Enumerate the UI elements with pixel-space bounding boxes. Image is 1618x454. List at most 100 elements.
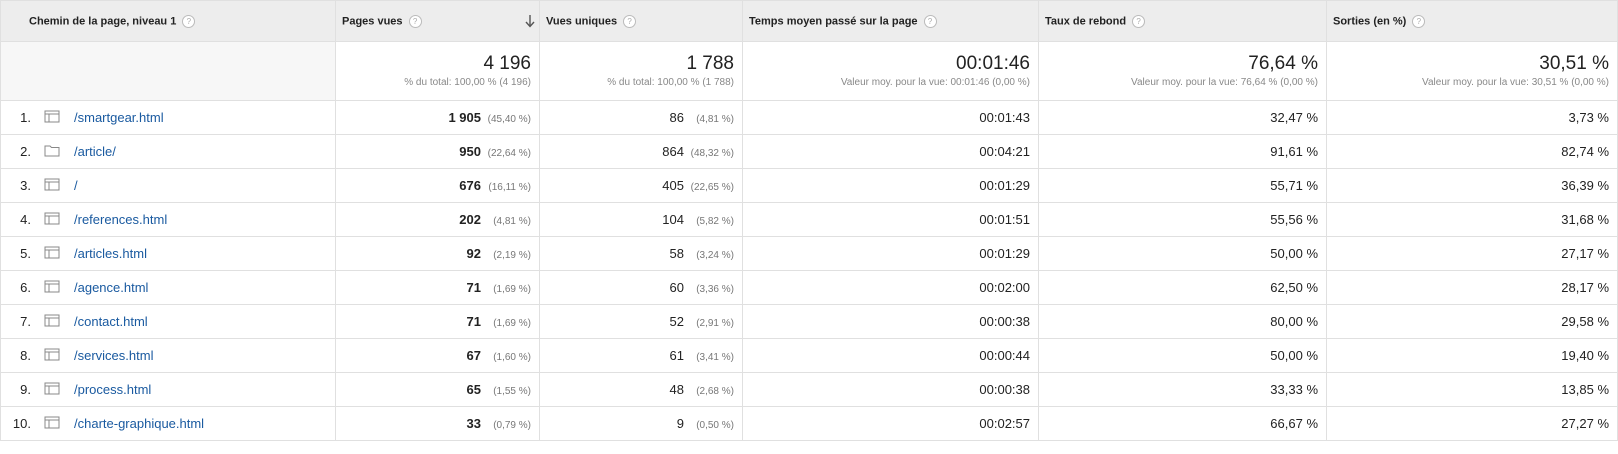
pageviews-value: 202 — [459, 212, 481, 227]
help-icon[interactable]: ? — [623, 14, 637, 28]
unique-views-cell: 864 (48,32 %) — [539, 134, 743, 169]
exits-cell: 3,73 % — [1326, 100, 1618, 135]
pageviews-value: 33 — [466, 416, 481, 431]
col-header-avg-time[interactable]: Temps moyen passé sur la page? — [742, 0, 1039, 42]
avg-time-value: 00:01:51 — [979, 212, 1030, 227]
total-value: 4 196 — [483, 53, 531, 74]
page-icon — [44, 348, 60, 361]
page-icon — [44, 212, 60, 225]
page-path-link[interactable]: /references.html — [74, 204, 167, 236]
bounce-rate-cell: 32,47 % — [1038, 100, 1327, 135]
pageviews-cell: 92 (2,19 %) — [335, 236, 540, 271]
col-header-pageviews[interactable]: Pages vues? — [335, 0, 540, 42]
exits-cell: 19,40 % — [1326, 338, 1618, 373]
total-unique-views: 1 788 % du total: 100,00 % (1 788) — [539, 41, 743, 101]
help-icon[interactable]: ? — [1132, 14, 1146, 28]
page-path-link[interactable]: / — [74, 170, 78, 202]
total-pageviews: 4 196 % du total: 100,00 % (4 196) — [335, 41, 540, 101]
avg-time-cell: 00:00:38 — [742, 372, 1039, 407]
page-path-link[interactable]: /contact.html — [74, 306, 148, 338]
page-path-link[interactable]: /charte-graphique.html — [74, 408, 204, 440]
avg-time-cell: 00:01:43 — [742, 100, 1039, 135]
page-icon — [44, 110, 60, 123]
col-header-label: Pages vues — [342, 14, 403, 27]
page-icon — [44, 416, 60, 429]
unique-views-percent: (3,36 %) — [696, 284, 734, 295]
page-path-link[interactable]: /article/ — [74, 136, 116, 168]
col-header-label: Temps moyen passé sur la page — [749, 14, 918, 27]
page-path-cell: 7. /contact.html — [0, 304, 336, 339]
pageviews-value: 65 — [466, 382, 481, 397]
col-header-unique-views[interactable]: Vues uniques? — [539, 0, 743, 42]
bounce-rate-cell: 55,56 % — [1038, 202, 1327, 237]
col-header-page-path[interactable]: Chemin de la page, niveau 1? — [0, 0, 336, 42]
unique-views-cell: 61 (3,41 %) — [539, 338, 743, 373]
unique-views-cell: 405 (22,65 %) — [539, 168, 743, 203]
report-table: Chemin de la page, niveau 1? Pages vues?… — [0, 0, 1618, 441]
unique-views-value: 52 — [669, 314, 684, 329]
page-path-link[interactable]: /smartgear.html — [74, 102, 164, 134]
avg-time-value: 00:01:43 — [979, 110, 1030, 125]
unique-views-percent: (0,50 %) — [696, 420, 734, 431]
bounce-rate-value: 55,56 % — [1270, 212, 1318, 227]
unique-views-cell: 58 (3,24 %) — [539, 236, 743, 271]
exits-cell: 36,39 % — [1326, 168, 1618, 203]
bounce-rate-value: 80,00 % — [1270, 314, 1318, 329]
exits-value: 29,58 % — [1561, 314, 1609, 329]
help-icon[interactable]: ? — [408, 14, 422, 28]
exits-cell: 27,17 % — [1326, 236, 1618, 271]
page-path-link[interactable]: /agence.html — [74, 272, 148, 304]
pageviews-value: 67 — [466, 348, 481, 363]
exits-cell: 27,27 % — [1326, 406, 1618, 441]
avg-time-cell: 00:02:57 — [742, 406, 1039, 441]
avg-time-value: 00:00:38 — [979, 314, 1030, 329]
help-icon[interactable]: ? — [1412, 14, 1426, 28]
total-subtext: % du total: 100,00 % (1 788) — [607, 77, 734, 88]
unique-views-value: 9 — [676, 416, 684, 431]
unique-views-value: 104 — [662, 212, 684, 227]
unique-views-value: 61 — [669, 348, 684, 363]
pageviews-percent: (1,60 %) — [493, 352, 531, 363]
total-subtext: Valeur moy. pour la vue: 76,64 % (0,00 %… — [1131, 77, 1318, 88]
page-path-link[interactable]: /services.html — [74, 340, 153, 372]
bounce-rate-value: 91,61 % — [1270, 144, 1318, 159]
total-subtext: % du total: 100,00 % (4 196) — [404, 77, 531, 88]
table-row: 6. /agence.html 71 (1,69 %) 60 (3,36 %) 00… — [0, 270, 1618, 305]
exits-cell: 13,85 % — [1326, 372, 1618, 407]
exits-cell: 28,17 % — [1326, 270, 1618, 305]
unique-views-value: 86 — [669, 110, 684, 125]
total-subtext: Valeur moy. pour la vue: 30,51 % (0,00 %… — [1422, 77, 1609, 88]
avg-time-value: 00:00:38 — [979, 382, 1030, 397]
page-path-cell: 5. /articles.html — [0, 236, 336, 271]
bounce-rate-cell: 66,67 % — [1038, 406, 1327, 441]
pageviews-cell: 202 (4,81 %) — [335, 202, 540, 237]
col-header-bounce-rate[interactable]: Taux de rebond? — [1038, 0, 1327, 42]
avg-time-cell: 00:01:51 — [742, 202, 1039, 237]
unique-views-value: 60 — [669, 280, 684, 295]
pageviews-cell: 676 (16,11 %) — [335, 168, 540, 203]
bounce-rate-value: 50,00 % — [1270, 246, 1318, 261]
exits-cell: 31,68 % — [1326, 202, 1618, 237]
row-rank: 7. — [20, 314, 31, 329]
unique-views-percent: (5,82 %) — [696, 216, 734, 227]
page-path-cell: 8. /services.html — [0, 338, 336, 373]
pageviews-percent: (16,11 %) — [488, 182, 531, 193]
help-icon[interactable]: ? — [182, 14, 196, 28]
exits-value: 82,74 % — [1561, 144, 1609, 159]
pageviews-percent: (0,79 %) — [493, 420, 531, 431]
page-path-link[interactable]: /articles.html — [74, 238, 147, 270]
table-row: 10. /charte-graphique.html 33 (0,79 %) 9 (… — [0, 406, 1618, 441]
page-path-link[interactable]: /process.html — [74, 374, 151, 406]
pageviews-percent: (2,19 %) — [493, 250, 531, 261]
help-icon[interactable]: ? — [923, 14, 937, 28]
sort-descending-icon[interactable] — [525, 14, 535, 28]
pageviews-value: 676 — [459, 178, 481, 193]
bounce-rate-cell: 80,00 % — [1038, 304, 1327, 339]
bounce-rate-value: 55,71 % — [1270, 178, 1318, 193]
page-icon — [44, 280, 60, 293]
exits-cell: 82,74 % — [1326, 134, 1618, 169]
col-header-exits[interactable]: Sorties (en %)? — [1326, 0, 1618, 42]
row-rank: 1. — [20, 110, 31, 125]
unique-views-percent: (22,65 %) — [690, 182, 734, 193]
pageviews-percent: (4,81 %) — [493, 216, 531, 227]
